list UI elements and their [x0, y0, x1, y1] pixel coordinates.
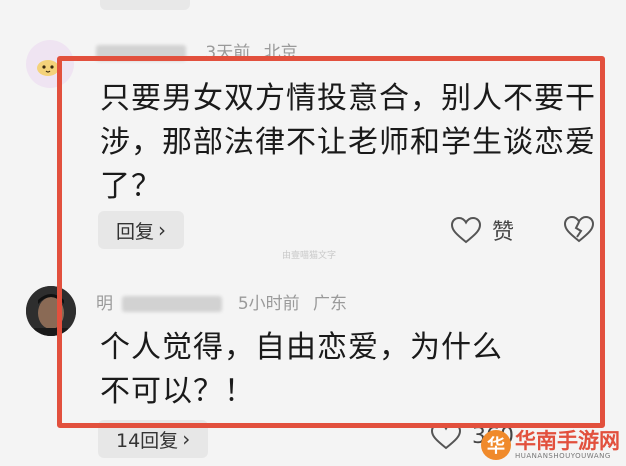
logo-badge: 华	[481, 430, 511, 460]
logo-name: 华南手游网	[515, 429, 620, 453]
reply-label: 14回复	[116, 429, 179, 452]
highlight-box	[57, 56, 605, 428]
site-logo: 华 华南手游网 HUANANSHOUYOUWANG	[481, 430, 620, 460]
chevron-right-icon: ›	[182, 427, 191, 451]
previous-item-fragment	[100, 0, 190, 10]
logo-subtext: HUANANSHOUYOUWANG	[515, 452, 611, 460]
